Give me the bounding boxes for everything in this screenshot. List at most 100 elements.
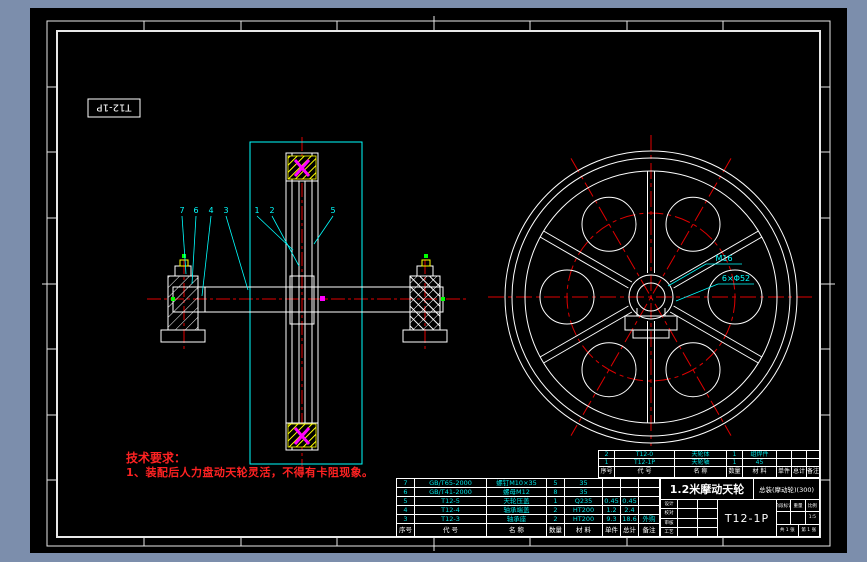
parts-cell [639, 479, 659, 487]
sign-cell [678, 518, 698, 527]
parts-cell: 序号 [599, 467, 615, 477]
hub-callout-texts: M16 6×Φ52 [715, 254, 750, 283]
parts-cell: 6 [397, 488, 415, 496]
right-front-view: M16 6×Φ52 [488, 135, 814, 446]
parts-row: 6 GB/T41-2000 螺母M12 8 35 [397, 488, 659, 497]
balloon-leaders [181, 215, 334, 297]
parts-cell [777, 451, 792, 458]
sign-label: 工艺 [661, 527, 678, 536]
parts-cell: 9.3 [603, 515, 621, 523]
parts-cell: 天轮压盖 [487, 497, 547, 505]
parts-cell: Q235 [565, 497, 603, 505]
parts-row: 3 T12-3 轴承座 2 HT200 9.3 18.6 外购 [397, 515, 659, 524]
corner-drawing-number: T12-1P [87, 98, 141, 118]
corner-label-text: T12-1P [97, 102, 133, 113]
signature-grid: 设计 校对 审核 工艺 [661, 500, 718, 536]
parts-cell: 1 [727, 459, 743, 466]
parts-cell: 8 [547, 488, 565, 496]
parts-row: 2 T12-0 天轮体 1 组焊件 [599, 451, 819, 459]
parts-cell: 2 [599, 451, 615, 458]
left-section-view: 7 6 4 3 1 2 5 [147, 137, 468, 466]
sheet-number: 第 1 张 [801, 528, 817, 534]
signature-row: 审核 [661, 518, 717, 528]
shaft [172, 275, 444, 325]
svg-text:2: 2 [269, 206, 274, 215]
parts-cell [792, 451, 807, 458]
parts-cell: 螺母M12 [487, 488, 547, 496]
parts-cell [621, 488, 639, 496]
parts-cell [639, 497, 659, 505]
parts-cell: 3 [397, 515, 415, 523]
parts-list-body: 7 GB/T65-2000 螺钉M10×35 5 35 6 GB/T41-2000 螺母M12… [397, 479, 659, 524]
svg-text:4: 4 [208, 206, 213, 215]
parts-cell: 轴承座 [487, 515, 547, 523]
parts-cell [639, 506, 659, 514]
drawing-title: 1.2米摩动天轮 [661, 479, 754, 499]
stage-label: 阶段标记 [777, 500, 792, 512]
parts-cell: 5 [397, 497, 415, 505]
weight-value [791, 512, 806, 524]
parts-cell: 18.6 [621, 515, 639, 523]
parts-row: 1 T12-1P 天轮轴 1 45 [599, 459, 819, 467]
parts-cell: 2.4 [621, 506, 639, 514]
parts-cell: 代 号 [615, 467, 675, 477]
parts-cell: 45 [743, 459, 777, 466]
parts-cell [603, 479, 621, 487]
parts-cell: 总计 [621, 524, 639, 536]
parts-cell [603, 488, 621, 496]
parts-cell: 1 [547, 497, 565, 505]
parts-row: 5 T12-5 天轮压盖 1 Q235 0.45 0.45 [397, 497, 659, 506]
parts-cell: 1 [599, 459, 615, 466]
parts-cell: 备注 [642, 525, 656, 534]
parts-cell: 材 料 [565, 524, 603, 536]
sign-cell [698, 500, 717, 508]
signature-row: 设计 [661, 500, 717, 510]
parts-cell [777, 459, 792, 466]
drawing-number: T12-1P [718, 500, 777, 536]
parts-row: 7 GB/T65-2000 螺钉M10×35 5 35 [397, 479, 659, 488]
parts-cell: 数量 [547, 524, 565, 536]
cad-canvas[interactable]: T12-1P 7 6 4 3 1 2 5 M16 6×Φ52 技术要求： 1、装… [0, 0, 867, 562]
sign-cell [698, 509, 717, 517]
sign-cell [678, 500, 698, 509]
parts-cell: 1.2 [603, 506, 621, 514]
sign-cell [698, 519, 717, 527]
grease-fitting-icon [182, 254, 186, 258]
parts-cell: 代 号 [415, 524, 487, 536]
parts-cell [807, 459, 819, 466]
parts-cell: HT200 [565, 506, 603, 514]
parts-cell: GB/T65-2000 [415, 479, 487, 487]
sheet-total: 共 1 张 [777, 524, 799, 536]
svg-text:3: 3 [223, 206, 228, 215]
parts-cell: 4 [397, 506, 415, 514]
detail-boundary [249, 141, 363, 465]
sign-label: 设计 [661, 500, 678, 509]
svg-text:1: 1 [254, 206, 259, 215]
parts-cell: T12-5 [415, 497, 487, 505]
sign-cell [678, 527, 698, 536]
centerlines [488, 135, 814, 446]
parts-cell: 序号 [397, 524, 415, 536]
parts-cell: 35 [565, 479, 603, 487]
sign-cell [678, 509, 698, 518]
svg-text:7: 7 [179, 206, 184, 215]
grease-fitting-icon [424, 254, 428, 258]
sign-cell [698, 528, 717, 536]
tech-req-title: 技术要求： [126, 451, 187, 465]
parts-cell: 轴承端盖 [487, 506, 547, 514]
parts-cell: 35 [565, 488, 603, 496]
tech-req-item: 1、装配后人力盘动天轮灵活，不得有卡阻现象。 [126, 466, 374, 479]
parts-cell [807, 451, 819, 458]
parts-cell [621, 479, 639, 487]
parts-cell [792, 459, 807, 466]
signature-row: 校对 [661, 509, 717, 519]
technical-requirements: 技术要求： 1、装配后人力盘动天轮灵活，不得有卡阻现象。 [126, 452, 394, 479]
upper-parts-list-body: 2 T12-0 天轮体 1 组焊件 1 T12-1P 天轮轴 1 45 [599, 451, 819, 467]
stage-value [777, 512, 792, 524]
parts-cell: 7 [397, 479, 415, 487]
parts-cell: 外购 [642, 515, 656, 523]
hub-grip [320, 296, 325, 301]
parts-cell: 组焊件 [743, 451, 777, 458]
weight-label: 重量 [791, 500, 806, 512]
svg-text:6×Φ52: 6×Φ52 [722, 274, 750, 283]
